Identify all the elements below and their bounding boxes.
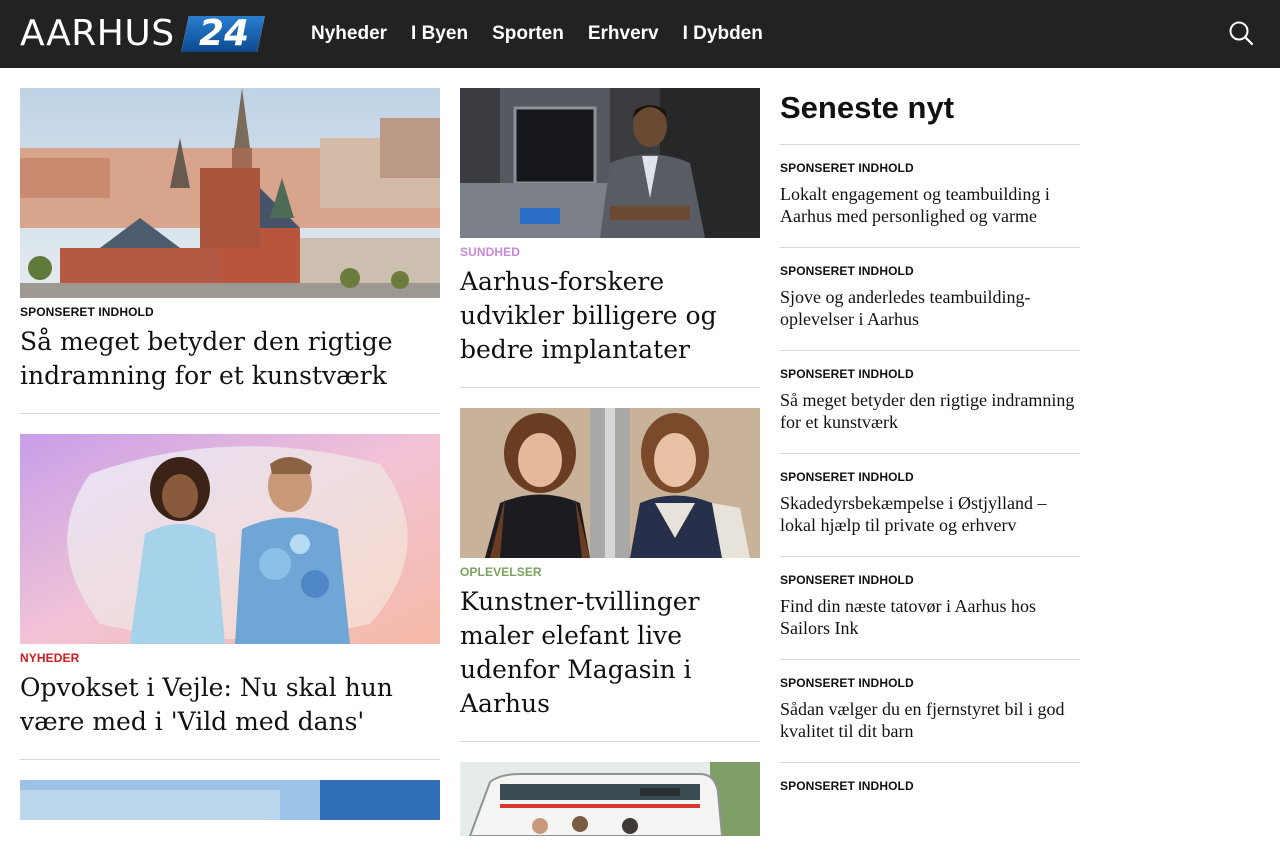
site-header: AARHUS 24 Nyheder I Byen Sporten Erhverv… bbox=[0, 0, 1280, 68]
latest-news-item[interactable]: SPONSERET INDHOLD Skadedyrsbekæmpelse i … bbox=[780, 454, 1080, 557]
latest-news-headline[interactable]: Lokalt engagement og teambuilding i Aarh… bbox=[780, 183, 1080, 227]
latest-news-heading: Seneste nyt bbox=[780, 88, 1080, 145]
nav-item-nyheder[interactable]: Nyheder bbox=[311, 23, 387, 45]
latest-news-category: SPONSERET INDHOLD bbox=[780, 264, 914, 278]
search-icon bbox=[1229, 21, 1254, 46]
latest-news-category: SPONSERET INDHOLD bbox=[780, 367, 914, 381]
article-image-twins[interactable] bbox=[460, 408, 760, 558]
nav-item-sporten[interactable]: Sporten bbox=[492, 23, 564, 45]
latest-news-sidebar: Seneste nyt SPONSERET INDHOLD Lokalt eng… bbox=[780, 88, 1080, 866]
article-image-dance-couple[interactable] bbox=[20, 434, 440, 644]
latest-news-item[interactable]: SPONSERET INDHOLD Sådan vælger du en fje… bbox=[780, 660, 1080, 763]
secondary-column: SUNDHED Aarhus-forskere udvikler billige… bbox=[460, 88, 760, 836]
latest-news-item[interactable]: SPONSERET INDHOLD bbox=[780, 763, 1080, 866]
article-headline[interactable]: Aarhus-forskere udvikler billigere og be… bbox=[460, 265, 760, 367]
article-card[interactable]: NYHEDER Opvokset i Vejle: Nu skal hun væ… bbox=[20, 434, 440, 760]
article-image-tram[interactable] bbox=[460, 762, 760, 836]
latest-news-item[interactable]: SPONSERET INDHOLD Sjove og anderledes te… bbox=[780, 248, 1080, 351]
logo-wordmark: AARHUS bbox=[20, 13, 175, 54]
article-card[interactable]: SPONSERET INDHOLD Så meget betyder den r… bbox=[20, 88, 440, 414]
main-nav: Nyheder I Byen Sporten Erhverv I Dybden bbox=[311, 0, 763, 68]
nav-item-i-byen[interactable]: I Byen bbox=[411, 23, 468, 45]
article-image-aarhus-city[interactable] bbox=[20, 88, 440, 298]
main-column: SPONSERET INDHOLD Så meget betyder den r… bbox=[20, 88, 440, 820]
latest-news-category: SPONSERET INDHOLD bbox=[780, 676, 914, 690]
latest-news-item[interactable]: SPONSERET INDHOLD Find din næste tatovør… bbox=[780, 557, 1080, 660]
latest-news-item[interactable]: SPONSERET INDHOLD Så meget betyder den r… bbox=[780, 351, 1080, 454]
article-category: SUNDHED bbox=[460, 245, 521, 259]
article-image-researcher[interactable] bbox=[460, 88, 760, 238]
article-category: SPONSERET INDHOLD bbox=[20, 305, 154, 319]
logo-badge-number: 24 bbox=[198, 16, 249, 52]
article-image-partial[interactable] bbox=[20, 780, 440, 820]
article-category: OPLEVELSER bbox=[460, 565, 542, 579]
latest-news-item[interactable]: SPONSERET INDHOLD Lokalt engagement og t… bbox=[780, 145, 1080, 248]
article-category: NYHEDER bbox=[20, 651, 80, 665]
latest-news-headline[interactable]: Sjove og anderledes teambuilding-oplevel… bbox=[780, 286, 1080, 330]
article-headline[interactable]: Kunstner-tvillinger maler elefant live u… bbox=[460, 585, 760, 721]
logo-badge: 24 bbox=[180, 16, 265, 52]
article-card[interactable]: SUNDHED Aarhus-forskere udvikler billige… bbox=[460, 88, 760, 388]
nav-item-erhverv[interactable]: Erhverv bbox=[588, 23, 659, 45]
latest-news-headline[interactable]: Så meget betyder den rigtige indramning … bbox=[780, 389, 1080, 433]
article-card[interactable]: OPLEVELSER Kunstner-tvillinger maler ele… bbox=[460, 408, 760, 742]
latest-news-category: SPONSERET INDHOLD bbox=[780, 779, 914, 793]
latest-news-headline[interactable]: Sådan vælger du en fjernstyret bil i god… bbox=[780, 698, 1080, 742]
latest-news-headline[interactable]: Skadedyrsbekæmpelse i Østjylland – lokal… bbox=[780, 492, 1080, 536]
site-logo[interactable]: AARHUS 24 bbox=[20, 13, 265, 54]
article-headline[interactable]: Så meget betyder den rigtige indramning … bbox=[20, 325, 440, 393]
article-headline[interactable]: Opvokset i Vejle: Nu skal hun være med i… bbox=[20, 671, 440, 739]
latest-news-headline[interactable]: Find din næste tatovør i Aarhus hos Sail… bbox=[780, 595, 1080, 639]
nav-item-i-dybden[interactable]: I Dybden bbox=[683, 23, 763, 45]
search-button[interactable] bbox=[1224, 16, 1258, 50]
latest-news-category: SPONSERET INDHOLD bbox=[780, 470, 914, 484]
latest-news-category: SPONSERET INDHOLD bbox=[780, 573, 914, 587]
latest-news-category: SPONSERET INDHOLD bbox=[780, 161, 914, 175]
